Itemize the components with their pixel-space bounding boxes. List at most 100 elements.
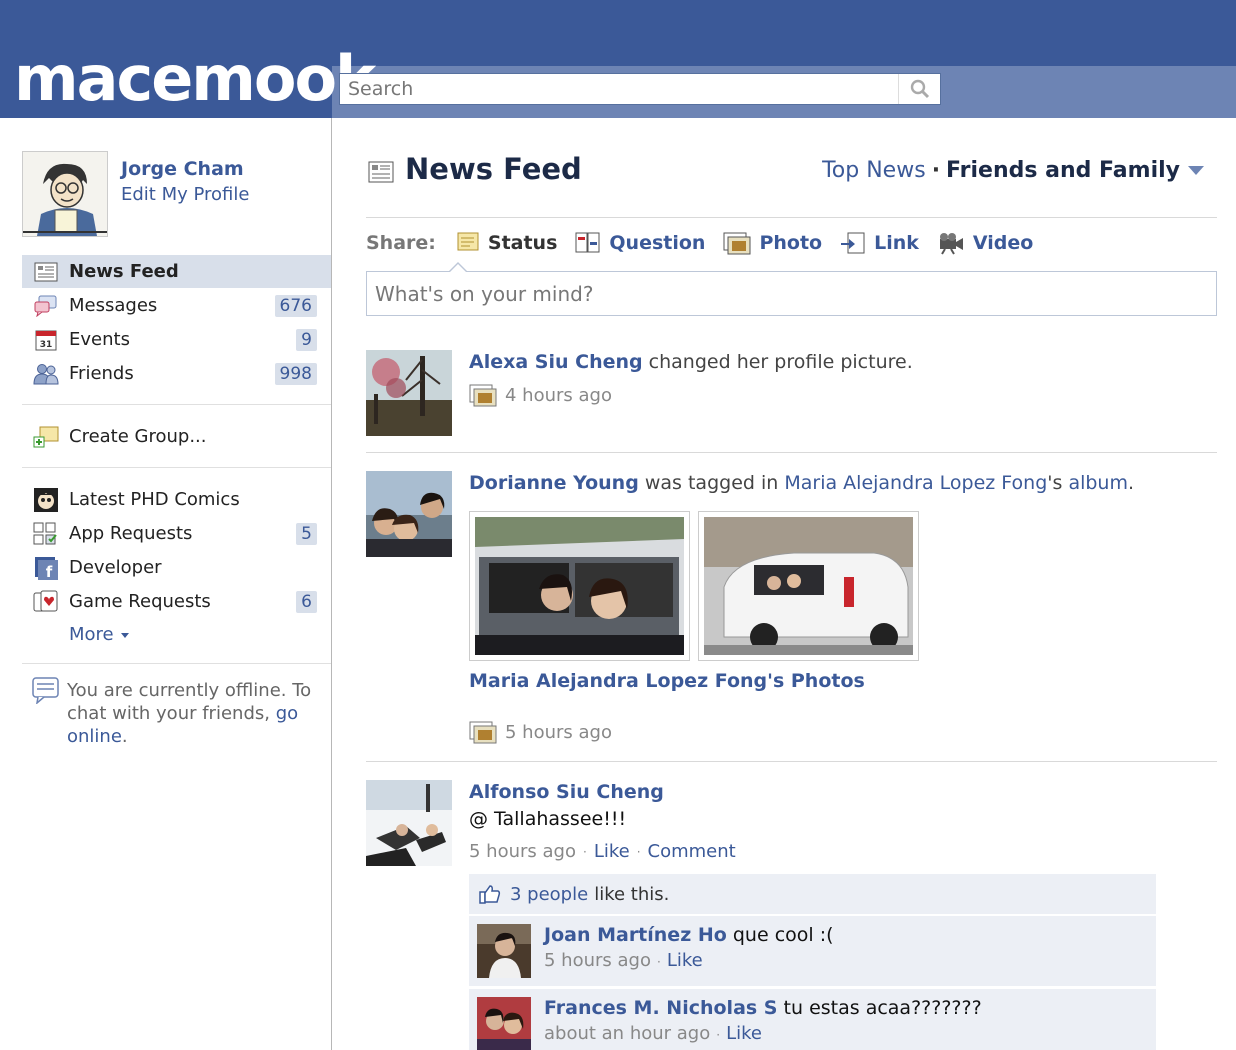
sidebar-item-label: Friends bbox=[69, 363, 134, 384]
like-link[interactable]: Like bbox=[594, 841, 630, 862]
sidebar-item-label: Events bbox=[69, 329, 130, 350]
sidebar-item-label: Game Requests bbox=[69, 591, 211, 612]
friends-and-family-filter[interactable]: Friends and Family bbox=[946, 158, 1180, 183]
likers-link[interactable]: 3 people bbox=[510, 884, 588, 905]
story-actor-link[interactable]: Alexa Siu Cheng bbox=[469, 351, 643, 373]
commenter-avatar[interactable] bbox=[477, 924, 531, 978]
app-requests-count-badge: 5 bbox=[296, 522, 317, 545]
comment-meta: 5 hours ago · Like bbox=[544, 950, 703, 971]
possessive-suffix: 's bbox=[1047, 472, 1063, 494]
thumbs-up-icon bbox=[479, 884, 501, 904]
album-link[interactable]: album bbox=[1068, 472, 1128, 494]
search-input[interactable] bbox=[340, 74, 898, 104]
meta-separator: · bbox=[656, 955, 661, 969]
sidebar-item-label: News Feed bbox=[69, 261, 179, 282]
profile-name-link[interactable]: Jorge Cham bbox=[121, 158, 244, 180]
story-avatar[interactable] bbox=[366, 780, 452, 866]
sidebar-item-phd-comics[interactable]: Latest PHD Comics bbox=[22, 483, 331, 516]
comment-timestamp[interactable]: about an hour ago bbox=[544, 1023, 710, 1044]
comment: Joan Martínez Ho que cool :( 5 hours ago… bbox=[469, 916, 1156, 986]
news-feed-icon bbox=[368, 161, 394, 187]
profile-avatar[interactable] bbox=[22, 151, 108, 237]
sidebar-item-game-requests[interactable]: Game Requests 6 bbox=[22, 585, 331, 618]
commenter-name-link[interactable]: Joan Martínez Ho bbox=[544, 924, 727, 946]
sidebar-item-create-group[interactable]: Create Group... bbox=[22, 420, 331, 453]
share-label: Share: bbox=[366, 232, 436, 254]
events-calendar-icon: 31 bbox=[32, 329, 60, 351]
svg-text:31: 31 bbox=[40, 340, 53, 350]
story-header: Alexa Siu Cheng changed her profile pict… bbox=[469, 351, 913, 373]
video-camera-icon bbox=[937, 231, 965, 255]
more-apps-link[interactable]: More bbox=[69, 624, 130, 645]
chat-offline-message: You are currently offline. To chat with … bbox=[67, 679, 317, 748]
commenter-name-link[interactable]: Frances M. Nicholas S bbox=[544, 997, 778, 1019]
status-icon bbox=[456, 231, 480, 255]
share-question-tab[interactable]: Question bbox=[575, 231, 705, 255]
top-news-link[interactable]: Top News bbox=[822, 158, 926, 183]
sidebar-divider bbox=[22, 467, 331, 468]
filter-separator: · bbox=[931, 158, 941, 183]
share-photo-tab[interactable]: Photo bbox=[723, 231, 822, 255]
period: . bbox=[1128, 472, 1135, 494]
comment-like-link[interactable]: Like bbox=[667, 950, 703, 971]
site-logo[interactable]: macemook bbox=[14, 44, 376, 114]
album-owner-link[interactable]: Maria Alejandra Lopez Fong bbox=[784, 472, 1047, 494]
chat-period: . bbox=[121, 726, 128, 747]
story-avatar[interactable] bbox=[366, 350, 452, 436]
comment-like-link[interactable]: Like bbox=[726, 1023, 762, 1044]
sidebar-item-friends[interactable]: Friends 998 bbox=[22, 357, 331, 390]
friends-count-badge: 998 bbox=[274, 362, 317, 385]
story-timestamp[interactable]: 5 hours ago bbox=[505, 722, 612, 743]
sidebar-divider bbox=[22, 663, 331, 664]
story-timestamp[interactable]: 5 hours ago bbox=[469, 841, 576, 862]
events-count-badge: 9 bbox=[296, 328, 317, 351]
share-status-label: Status bbox=[487, 232, 558, 254]
story-header: Alfonso Siu Cheng bbox=[469, 781, 664, 803]
story-text: changed her profile picture. bbox=[648, 351, 913, 373]
more-label: More bbox=[69, 624, 114, 645]
status-input[interactable] bbox=[367, 272, 1216, 315]
comment-body: Frances M. Nicholas S tu estas acaa?????… bbox=[544, 997, 982, 1019]
main-feed: News Feed Top News · Friends and Family … bbox=[332, 118, 1236, 1050]
album-photo-thumbnail[interactable] bbox=[469, 511, 690, 661]
edit-profile-link[interactable]: Edit My Profile bbox=[121, 184, 249, 205]
story-message: @ Tallahassee!!! bbox=[469, 808, 627, 830]
share-link-tab[interactable]: Link bbox=[840, 231, 919, 255]
story-avatar[interactable] bbox=[366, 471, 452, 557]
sidebar-item-messages[interactable]: Messages 676 bbox=[22, 289, 331, 322]
search-button[interactable] bbox=[898, 74, 940, 104]
album-title-link[interactable]: Maria Alejandra Lopez Fong's Photos bbox=[469, 670, 865, 692]
sidebar-item-developer[interactable]: f Developer bbox=[22, 551, 331, 584]
sidebar-item-label: Messages bbox=[69, 295, 158, 316]
story-actor-link[interactable]: Dorianne Young bbox=[469, 472, 639, 494]
meta-separator: · bbox=[716, 1028, 721, 1042]
status-box bbox=[366, 271, 1217, 316]
messages-count-badge: 676 bbox=[274, 294, 317, 317]
create-group-icon bbox=[32, 426, 60, 448]
share-video-tab[interactable]: Video bbox=[937, 231, 1033, 255]
story-timestamp[interactable]: 4 hours ago bbox=[505, 385, 612, 406]
sidebar-item-events[interactable]: 31 Events 9 bbox=[22, 323, 331, 356]
sidebar-item-label: App Requests bbox=[69, 523, 193, 544]
page-title: News Feed bbox=[405, 152, 582, 186]
share-bar: Share: Status Question Photo Link Video bbox=[366, 230, 1051, 256]
story-actor-link[interactable]: Alfonso Siu Cheng bbox=[469, 781, 664, 803]
divider bbox=[366, 217, 1217, 218]
commenter-avatar[interactable] bbox=[477, 997, 531, 1050]
sidebar-item-app-requests[interactable]: App Requests 5 bbox=[22, 517, 331, 550]
sidebar-item-news-feed[interactable]: News Feed bbox=[22, 255, 331, 288]
photo-icon bbox=[723, 231, 751, 255]
likes-summary: 3 people like this. bbox=[469, 874, 1156, 914]
link-icon bbox=[840, 231, 866, 255]
comment-text: que cool :( bbox=[732, 924, 834, 946]
comment-timestamp[interactable]: 5 hours ago bbox=[544, 950, 651, 971]
comment-link[interactable]: Comment bbox=[648, 841, 736, 862]
album-photo-thumbnail[interactable] bbox=[698, 511, 919, 661]
chevron-down-icon[interactable] bbox=[1188, 166, 1204, 175]
share-status-tab[interactable]: Status bbox=[456, 231, 558, 255]
share-photo-label: Photo bbox=[759, 232, 823, 254]
photo-icon bbox=[469, 720, 497, 744]
meta-separator: · bbox=[582, 844, 587, 859]
game-requests-icon bbox=[32, 590, 60, 613]
svg-text:f: f bbox=[46, 563, 53, 580]
